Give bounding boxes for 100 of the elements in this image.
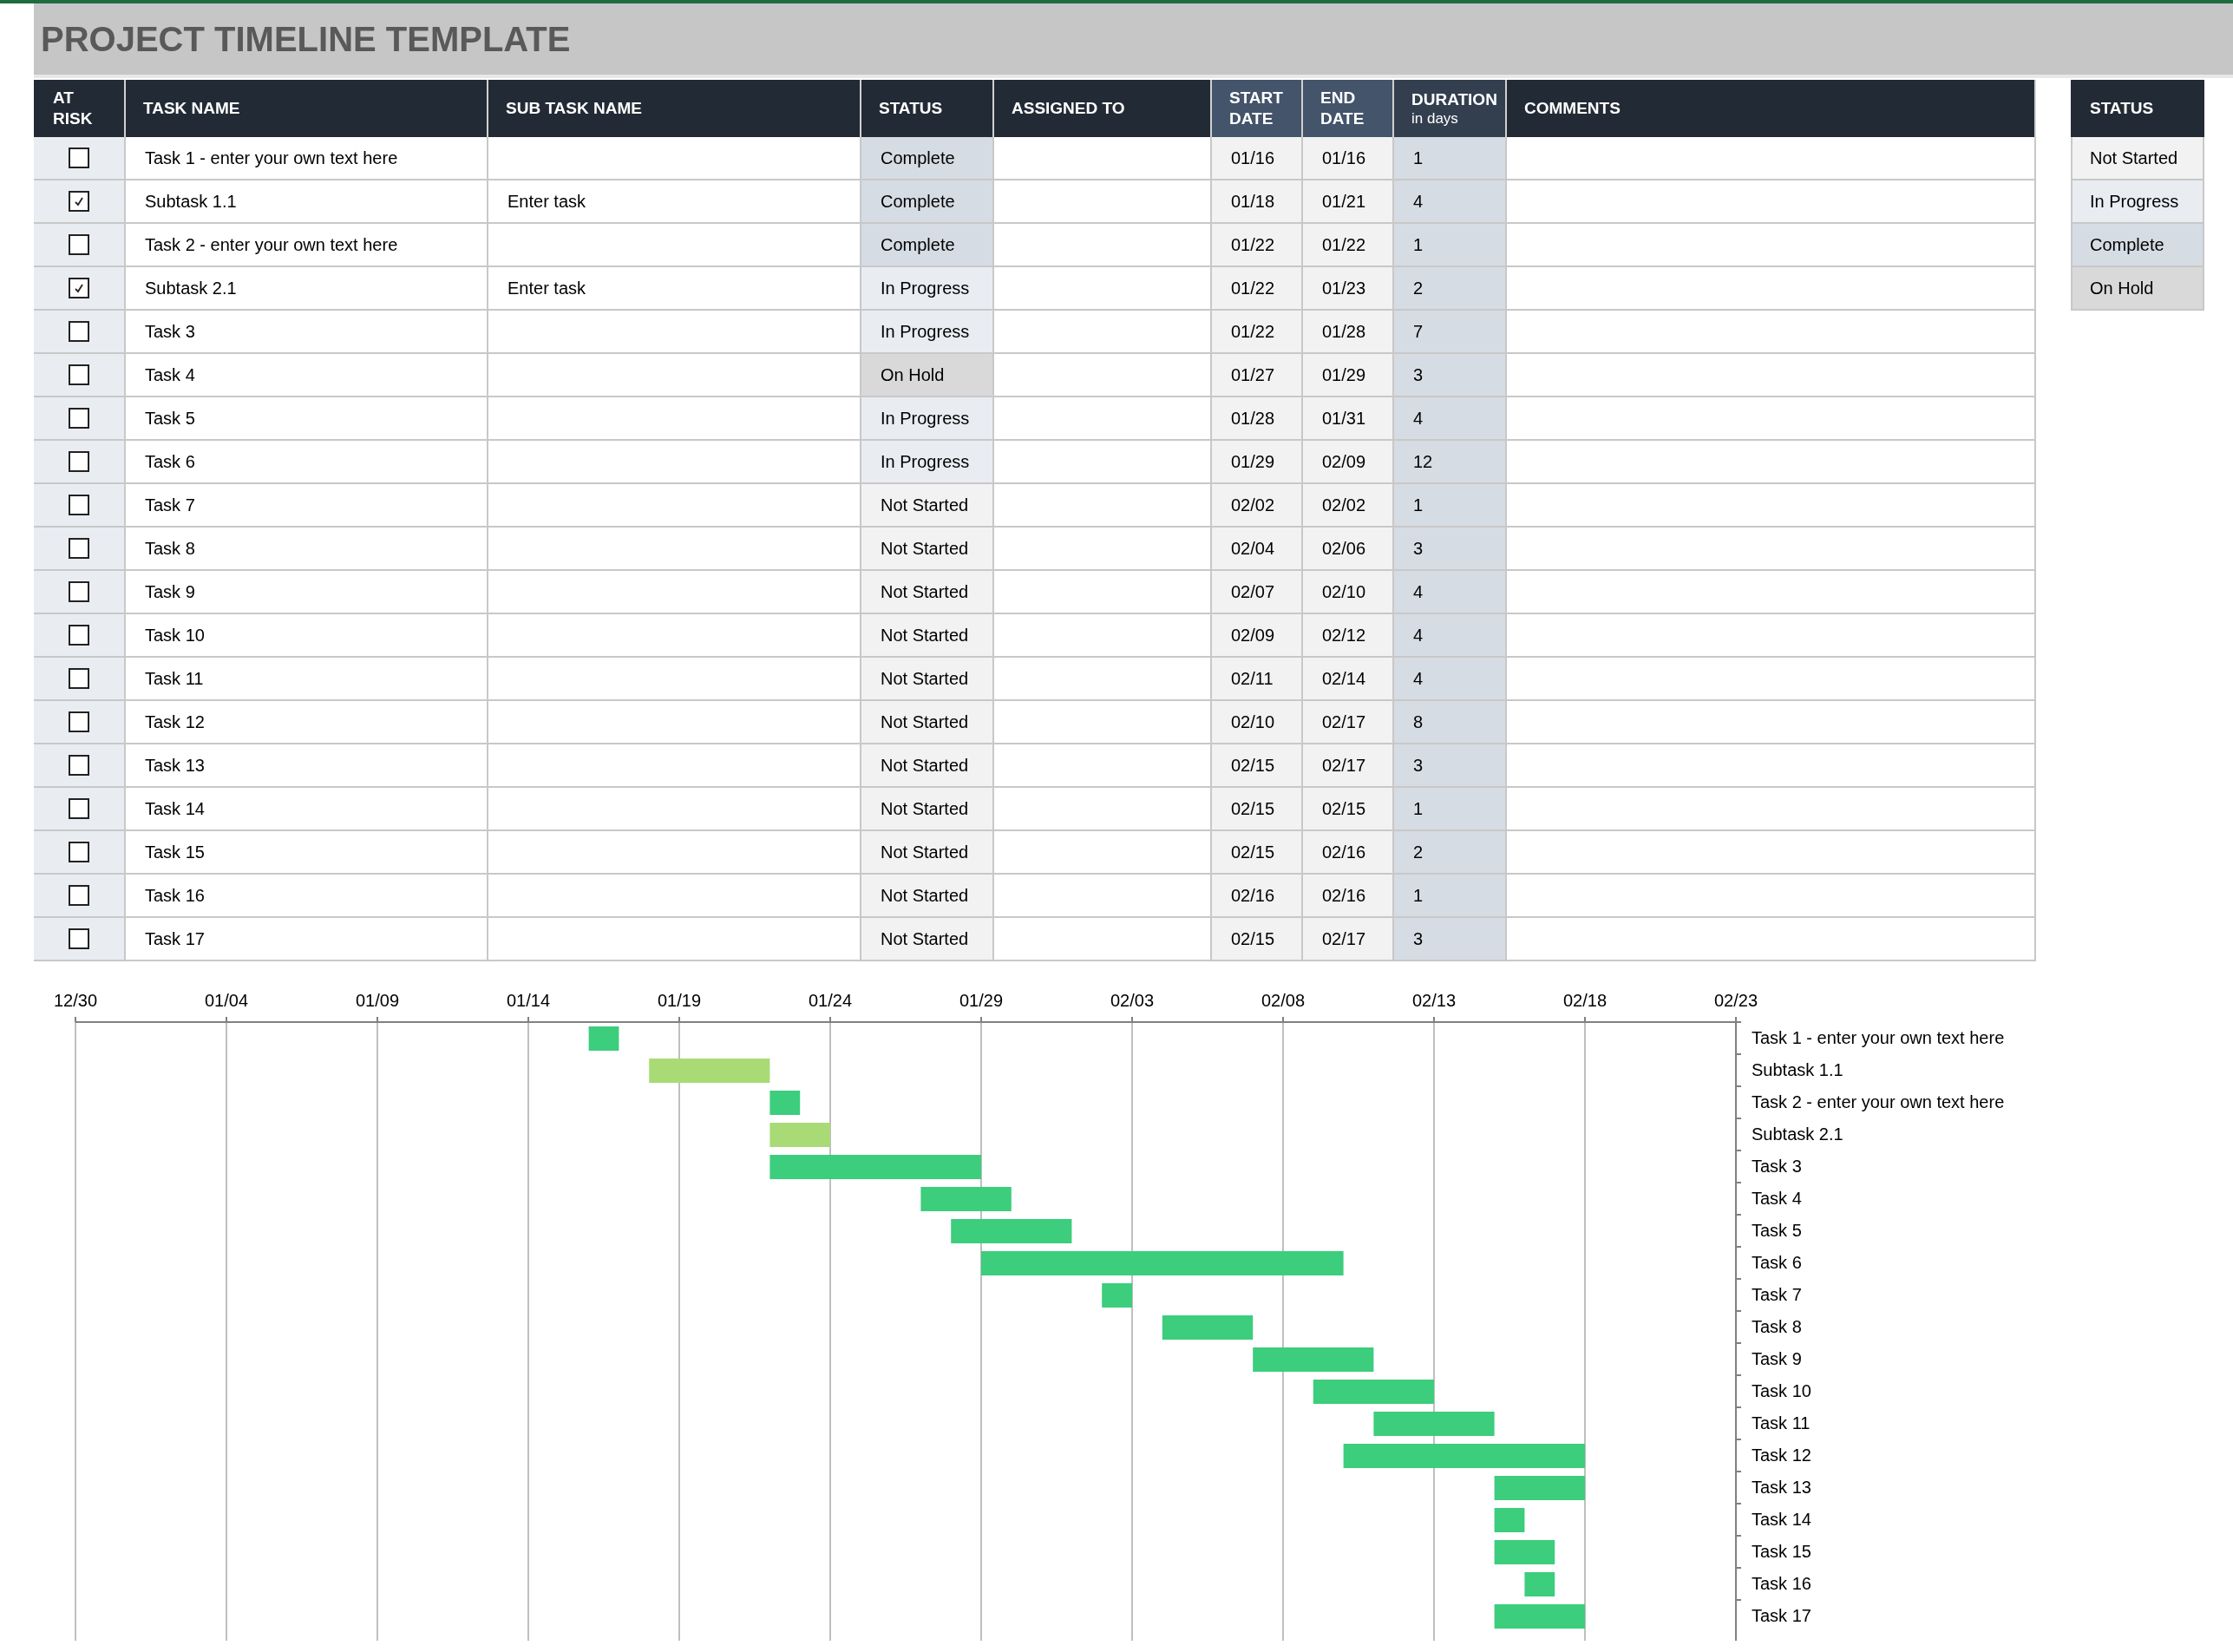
- checkbox[interactable]: [69, 148, 89, 168]
- table-cell: 01/22: [1212, 267, 1303, 309]
- table-cell: Not Started: [861, 701, 994, 743]
- column-header: END DATE: [1303, 80, 1394, 137]
- table-cell: 01/28: [1212, 397, 1303, 439]
- column-header: COMMENTS: [1507, 80, 2036, 137]
- table-cell: In Progress: [861, 311, 994, 352]
- table-cell: 01/29: [1303, 354, 1394, 396]
- table-cell: 02/04: [1212, 528, 1303, 569]
- checkbox[interactable]: [69, 234, 89, 255]
- table-cell: 01/22: [1212, 311, 1303, 352]
- table-cell: 3: [1394, 744, 1507, 786]
- table-cell: 4: [1394, 614, 1507, 656]
- table-cell: Not Started: [861, 571, 994, 613]
- table-cell: Not Started: [861, 788, 994, 829]
- check-icon: [74, 283, 84, 293]
- column-header: TASK NAME: [126, 80, 488, 137]
- table-cell: 02/14: [1303, 658, 1394, 699]
- category-label: Task 12: [1752, 1446, 1811, 1465]
- category-label: Task 5: [1752, 1221, 1802, 1240]
- checkbox[interactable]: [69, 321, 89, 342]
- table-cell: 01/21: [1303, 180, 1394, 222]
- table-cell: 02/15: [1212, 788, 1303, 829]
- table-cell: 4: [1394, 658, 1507, 699]
- table-cell: 01/27: [1212, 354, 1303, 396]
- axis-tick-label: 01/19: [657, 991, 702, 1010]
- duration-bar: [588, 1026, 619, 1051]
- table-cell: 4: [1394, 397, 1507, 439]
- table-cell: Not Started: [861, 875, 994, 916]
- table-cell: 02/16: [1303, 875, 1394, 916]
- table-cell: 02/10: [1303, 571, 1394, 613]
- table-cell: 02/16: [1212, 875, 1303, 916]
- table-cell: 01/28: [1303, 311, 1394, 352]
- table-cell: 12: [1394, 441, 1507, 482]
- category-label: Task 7: [1752, 1285, 1802, 1304]
- table-cell: 1: [1394, 484, 1507, 526]
- checkbox[interactable]: [69, 668, 89, 689]
- table-cell: 02/09: [1212, 614, 1303, 656]
- table-cell: Not Started: [861, 918, 994, 960]
- column-header: SUB TASK NAME: [488, 80, 861, 137]
- table-cell: 01/16: [1303, 137, 1394, 179]
- legend-item: On Hold: [2071, 267, 2204, 311]
- table-cell: Not Started: [861, 528, 994, 569]
- table-cell: 02/10: [1212, 701, 1303, 743]
- table-cell: Not Started: [861, 831, 994, 873]
- checkbox[interactable]: [69, 711, 89, 732]
- axis-tick-label: 02/03: [1110, 991, 1155, 1010]
- checkbox[interactable]: [69, 581, 89, 602]
- table-cell: Not Started: [861, 744, 994, 786]
- checkbox[interactable]: [69, 928, 89, 949]
- table-cell: 2: [1394, 831, 1507, 873]
- table-cell: 1: [1394, 137, 1507, 179]
- table-cell: 01/23: [1303, 267, 1394, 309]
- table-cell: 01/29: [1212, 441, 1303, 482]
- axis-tick-label: 02/08: [1261, 991, 1306, 1010]
- checkbox[interactable]: [69, 408, 89, 429]
- table-cell: 01/22: [1303, 224, 1394, 266]
- table-cell: 02/15: [1212, 918, 1303, 960]
- checkbox[interactable]: [69, 755, 89, 776]
- table-cell: 02/06: [1303, 528, 1394, 569]
- check-icon: [74, 196, 84, 206]
- table-cell: Complete: [861, 180, 994, 222]
- table-cell: Not Started: [861, 614, 994, 656]
- table-cell: In Progress: [861, 397, 994, 439]
- table-cell: 1: [1394, 224, 1507, 266]
- category-label: Task 3: [1752, 1157, 1802, 1176]
- axis-tick-label: 01/04: [204, 991, 249, 1010]
- table-cell: In Progress: [861, 267, 994, 309]
- column-header: STATUS: [861, 80, 994, 137]
- checkbox[interactable]: [69, 625, 89, 646]
- table-cell: 1: [1394, 875, 1507, 916]
- column-header: AT RISK: [34, 80, 126, 137]
- checkbox[interactable]: [69, 191, 89, 212]
- category-label: Task 15: [1752, 1542, 1811, 1561]
- legend-item: In Progress: [2071, 180, 2204, 224]
- checkbox[interactable]: [69, 538, 89, 559]
- duration-bar: [1102, 1283, 1132, 1308]
- checkbox[interactable]: [69, 278, 89, 298]
- legend-item: Not Started: [2071, 137, 2204, 180]
- table-cell: 02/15: [1212, 744, 1303, 786]
- table-cell: 2: [1394, 267, 1507, 309]
- checkbox[interactable]: [69, 451, 89, 472]
- checkbox[interactable]: [69, 364, 89, 385]
- table-cell: 02/09: [1303, 441, 1394, 482]
- axis-tick-label: 02/23: [1713, 991, 1758, 1010]
- table-cell: 02/17: [1303, 744, 1394, 786]
- table-cell: 3: [1394, 918, 1507, 960]
- table-cell: 02/17: [1303, 701, 1394, 743]
- legend-item: Complete: [2071, 224, 2204, 267]
- table-cell: 8: [1394, 701, 1507, 743]
- checkbox[interactable]: [69, 842, 89, 862]
- table-cell: Complete: [861, 224, 994, 266]
- checkbox[interactable]: [69, 798, 89, 819]
- table-cell: 02/11: [1212, 658, 1303, 699]
- category-label: Task 16: [1752, 1574, 1811, 1593]
- duration-bar: [769, 1091, 801, 1115]
- checkbox[interactable]: [69, 495, 89, 515]
- category-label: Task 2 - enter your own text here: [1752, 1092, 2005, 1111]
- table-cell: 3: [1394, 528, 1507, 569]
- checkbox[interactable]: [69, 885, 89, 906]
